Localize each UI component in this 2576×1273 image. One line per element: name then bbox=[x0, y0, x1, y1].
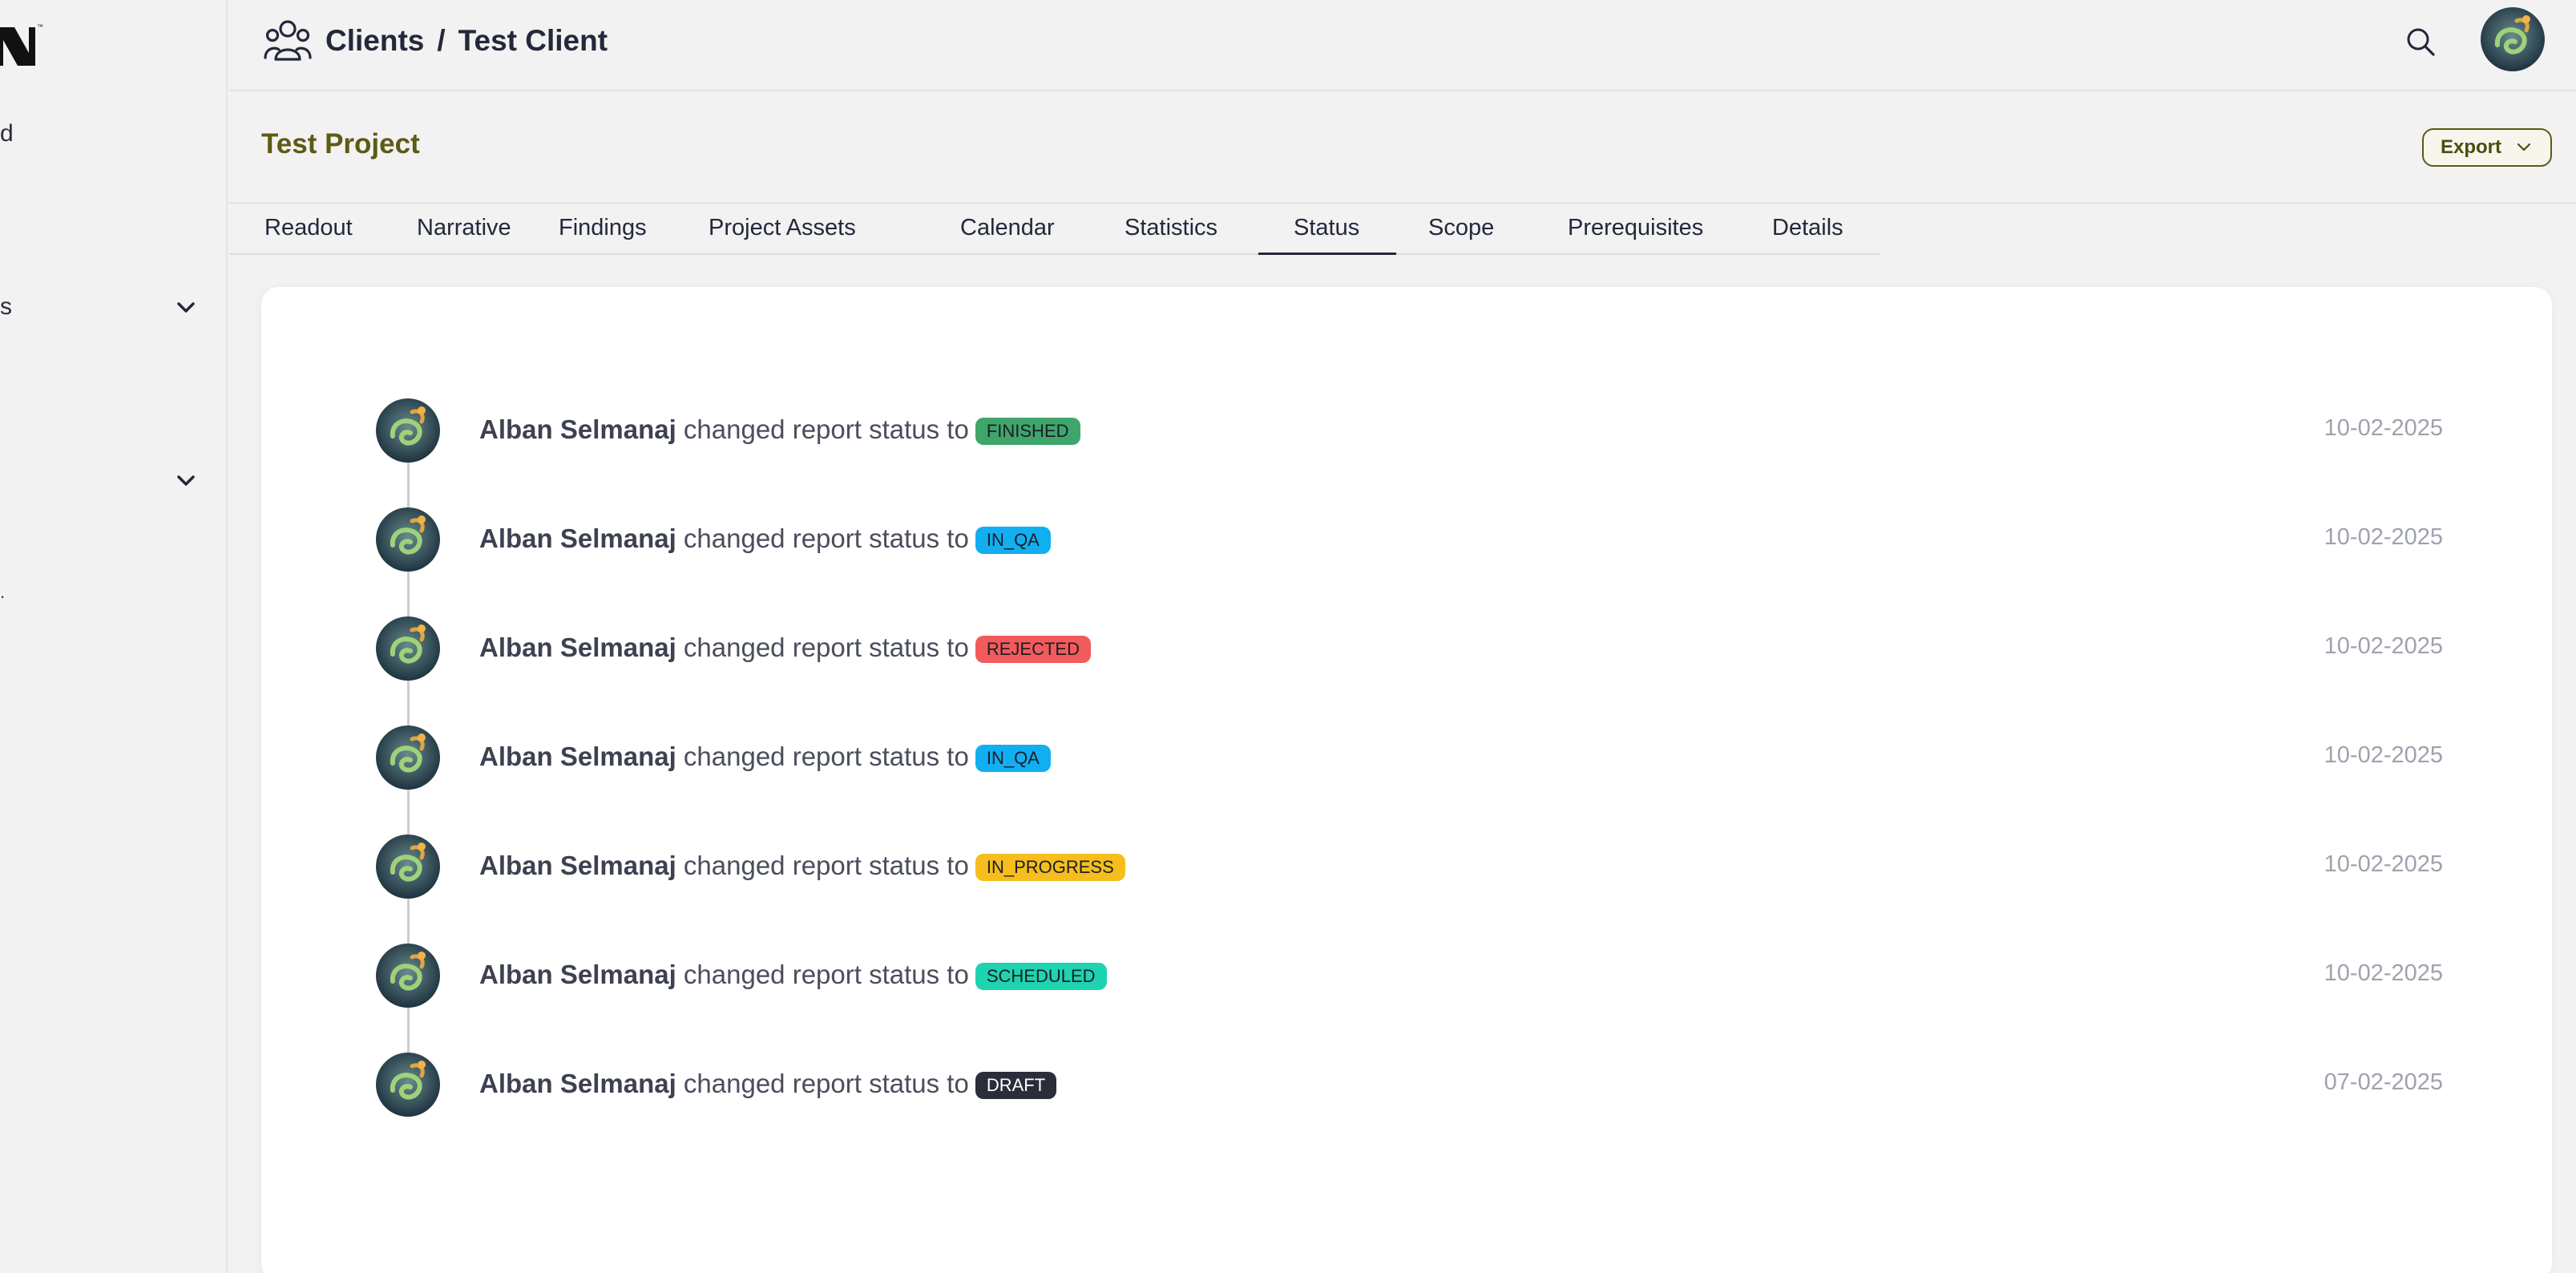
status-badge: SCHEDULED bbox=[975, 963, 1107, 990]
status-date: 07-02-2025 bbox=[2324, 1069, 2443, 1095]
user-name[interactable]: Alban Selmanaj bbox=[479, 851, 676, 880]
status-badge: IN_QA bbox=[975, 745, 1051, 772]
tab-calendar[interactable]: Calendar bbox=[925, 205, 1090, 255]
status-history-text: Alban Selmanaj changed report status to F… bbox=[479, 414, 1080, 446]
tab-narrative[interactable]: Narrative bbox=[382, 205, 547, 255]
chevron-down-icon[interactable] bbox=[173, 468, 199, 494]
tab-details[interactable]: Details bbox=[1737, 205, 1879, 255]
sidebar-item-2-label[interactable]: s bbox=[0, 295, 12, 319]
user-avatar[interactable] bbox=[2480, 6, 2546, 72]
action-text: changed report status to bbox=[683, 523, 969, 553]
user-name[interactable]: Alban Selmanaj bbox=[479, 414, 676, 444]
status-date: 10-02-2025 bbox=[2324, 524, 2443, 550]
status-history-row: Alban Selmanaj changed report status to D… bbox=[375, 1052, 2443, 1121]
breadcrumb-current: Test Client bbox=[458, 24, 608, 57]
status-date: 10-02-2025 bbox=[2324, 960, 2443, 986]
action-text: changed report status to bbox=[683, 414, 969, 444]
action-text: changed report status to bbox=[683, 1069, 969, 1098]
status-history-row: Alban Selmanaj changed report status to I… bbox=[375, 834, 2443, 903]
user-avatar[interactable] bbox=[375, 725, 441, 790]
top-header: Clients / Test Client bbox=[229, 0, 2576, 91]
status-history-row: Alban Selmanaj changed report status to I… bbox=[375, 725, 2443, 794]
tab-prerequisites[interactable]: Prerequisites bbox=[1532, 205, 1738, 255]
action-text: changed report status to bbox=[683, 960, 969, 989]
user-avatar[interactable] bbox=[375, 507, 441, 572]
tab-scope[interactable]: Scope bbox=[1393, 205, 1529, 255]
status-date: 10-02-2025 bbox=[2324, 633, 2443, 659]
chevron-down-icon[interactable] bbox=[173, 295, 199, 321]
status-date: 10-02-2025 bbox=[2324, 742, 2443, 768]
user-avatar[interactable] bbox=[375, 943, 441, 1008]
status-history-row: Alban Selmanaj changed report status to F… bbox=[375, 398, 2443, 467]
status-history-row: Alban Selmanaj changed report status to R… bbox=[375, 616, 2443, 685]
breadcrumb-clients[interactable]: Clients bbox=[325, 24, 424, 57]
user-name[interactable]: Alban Selmanaj bbox=[479, 742, 676, 771]
user-avatar[interactable] bbox=[375, 834, 441, 899]
status-history-text: Alban Selmanaj changed report status to D… bbox=[479, 1068, 1057, 1100]
app: ™ d s . Clients / Test Client Test Proje… bbox=[0, 0, 2576, 1273]
status-badge: DRAFT bbox=[975, 1072, 1057, 1099]
users-group-icon bbox=[264, 20, 312, 61]
tab-project-assets[interactable]: Project Assets bbox=[673, 205, 891, 255]
status-history-text: Alban Selmanaj changed report status to S… bbox=[479, 959, 1107, 991]
status-badge: IN_PROGRESS bbox=[975, 854, 1125, 881]
export-button[interactable]: Export bbox=[2422, 128, 2552, 167]
status-date: 10-02-2025 bbox=[2324, 415, 2443, 441]
status-badge: FINISHED bbox=[975, 418, 1080, 445]
svg-text:™: ™ bbox=[37, 23, 43, 30]
project-title: Test Project bbox=[261, 128, 420, 160]
status-history-text: Alban Selmanaj changed report status to I… bbox=[479, 850, 1125, 882]
search-icon[interactable] bbox=[2403, 24, 2438, 59]
status-history-text: Alban Selmanaj changed report status to I… bbox=[479, 741, 1051, 773]
status-history-row: Alban Selmanaj changed report status to S… bbox=[375, 943, 2443, 1012]
export-button-label: Export bbox=[2440, 136, 2501, 158]
user-avatar[interactable] bbox=[375, 1052, 441, 1117]
status-badge: IN_QA bbox=[975, 527, 1051, 554]
user-avatar[interactable] bbox=[375, 398, 441, 463]
user-name[interactable]: Alban Selmanaj bbox=[479, 960, 676, 989]
user-name[interactable]: Alban Selmanaj bbox=[479, 523, 676, 553]
sidebar: ™ d s . bbox=[0, 0, 228, 1273]
status-history-row: Alban Selmanaj changed report status to I… bbox=[375, 507, 2443, 576]
action-text: changed report status to bbox=[683, 851, 969, 880]
tab-findings[interactable]: Findings bbox=[523, 205, 682, 255]
action-text: changed report status to bbox=[683, 632, 969, 662]
status-badge: REJECTED bbox=[975, 636, 1091, 663]
sidebar-item-1-label[interactable]: d bbox=[0, 122, 14, 146]
sidebar-item-3-label[interactable]: . bbox=[0, 580, 5, 604]
tab-statistics[interactable]: Statistics bbox=[1089, 205, 1253, 255]
breadcrumb: Clients / Test Client bbox=[325, 22, 608, 59]
tab-status[interactable]: Status bbox=[1258, 205, 1396, 255]
logo-icon[interactable]: ™ bbox=[0, 21, 50, 72]
project-header: Test Project Export bbox=[229, 93, 2576, 204]
status-history-text: Alban Selmanaj changed report status to R… bbox=[479, 632, 1091, 664]
user-avatar[interactable] bbox=[375, 616, 441, 681]
project-tabs: Readout Narrative Findings Project Asset… bbox=[229, 205, 1880, 255]
chevron-down-icon bbox=[2517, 143, 2531, 152]
user-name[interactable]: Alban Selmanaj bbox=[479, 632, 676, 662]
status-date: 10-02-2025 bbox=[2324, 851, 2443, 877]
tab-readout[interactable]: Readout bbox=[229, 205, 388, 255]
action-text: changed report status to bbox=[683, 742, 969, 771]
user-name[interactable]: Alban Selmanaj bbox=[479, 1069, 676, 1098]
status-history-text: Alban Selmanaj changed report status to I… bbox=[479, 523, 1051, 555]
breadcrumb-separator: / bbox=[437, 24, 446, 57]
